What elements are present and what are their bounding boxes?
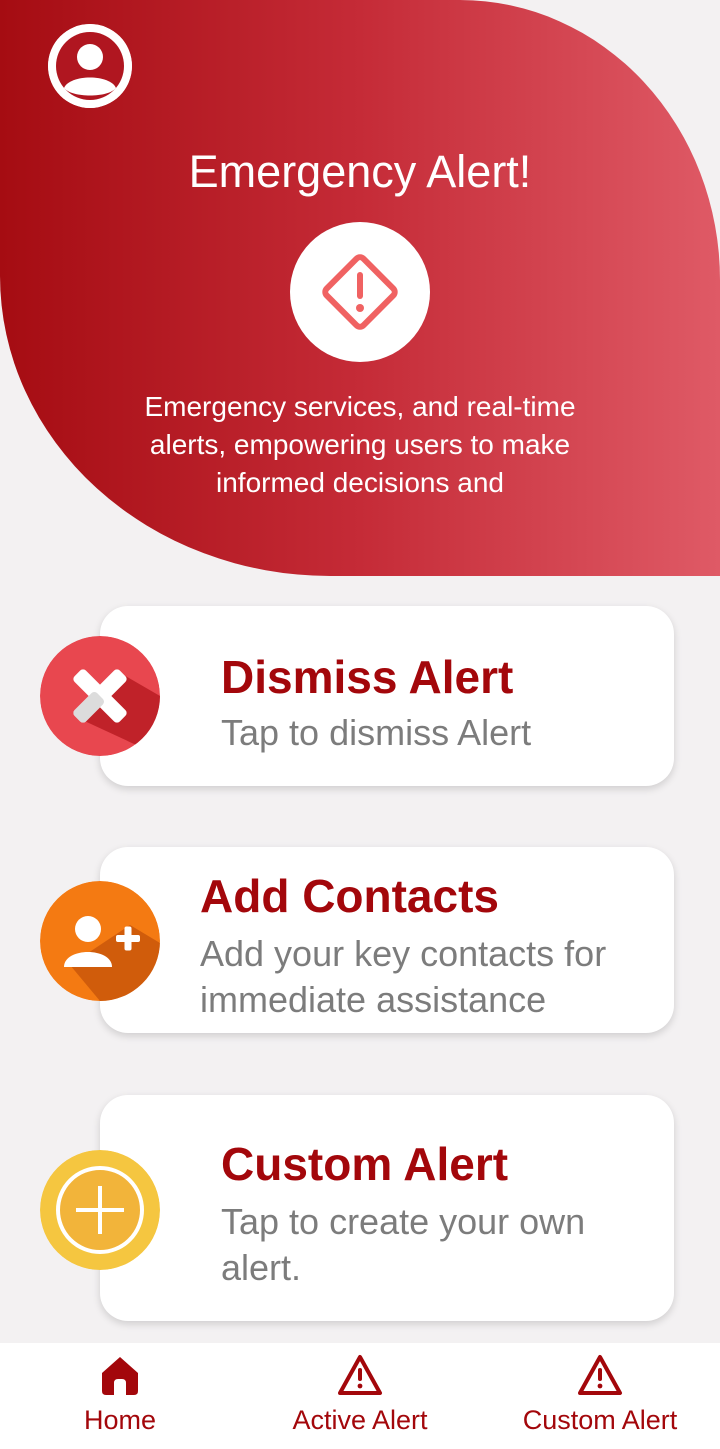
warning-triangle-icon [338, 1355, 382, 1395]
alert-emblem [290, 222, 430, 362]
page-title: Emergency Alert! [188, 146, 532, 197]
bottom-navigation: Home Active Alert Custom Alert [0, 1343, 720, 1449]
nav-custom-alert[interactable]: Custom Alert [480, 1343, 720, 1449]
nav-active-alert-label: Active Alert [292, 1405, 428, 1435]
dismiss-alert-badge[interactable] [40, 636, 160, 756]
nav-home[interactable]: Home [0, 1343, 240, 1449]
profile-avatar[interactable] [48, 24, 132, 108]
plus-circle-icon [40, 1150, 160, 1270]
dismiss-alert-subtitle: Tap to dismiss Alert [221, 712, 532, 753]
custom-alert-subtitle: Tap to create your own alert. [221, 1201, 586, 1288]
custom-alert-badge[interactable] [40, 1150, 160, 1270]
close-x-icon [40, 636, 160, 756]
hero-banner: Emergency Alert! Emergency services, and… [0, 0, 720, 576]
nav-home-label: Home [83, 1405, 157, 1435]
nav-custom-alert-label: Custom Alert [522, 1405, 678, 1435]
dismiss-alert-title: Dismiss Alert [221, 651, 514, 703]
warning-triangle-icon [578, 1355, 622, 1395]
add-contacts-subtitle: Add your key contacts for immediate assi… [200, 933, 607, 1020]
add-contacts-title: Add Contacts [200, 870, 499, 922]
warning-diamond-icon [322, 254, 398, 330]
user-icon [48, 24, 132, 108]
home-icon [102, 1357, 138, 1395]
hero-description: Emergency services, and real-time alerts… [144, 391, 576, 498]
add-user-icon [40, 881, 160, 1001]
add-contacts-badge[interactable] [40, 881, 160, 1001]
custom-alert-card[interactable]: Custom Alert Tap to create your own aler… [100, 1095, 674, 1321]
dismiss-alert-card[interactable]: Dismiss Alert Tap to dismiss Alert [100, 606, 674, 786]
nav-active-alert[interactable]: Active Alert [240, 1343, 480, 1449]
add-contacts-card[interactable]: Add Contacts Add your key contacts for i… [100, 847, 674, 1033]
custom-alert-title: Custom Alert [221, 1138, 509, 1190]
